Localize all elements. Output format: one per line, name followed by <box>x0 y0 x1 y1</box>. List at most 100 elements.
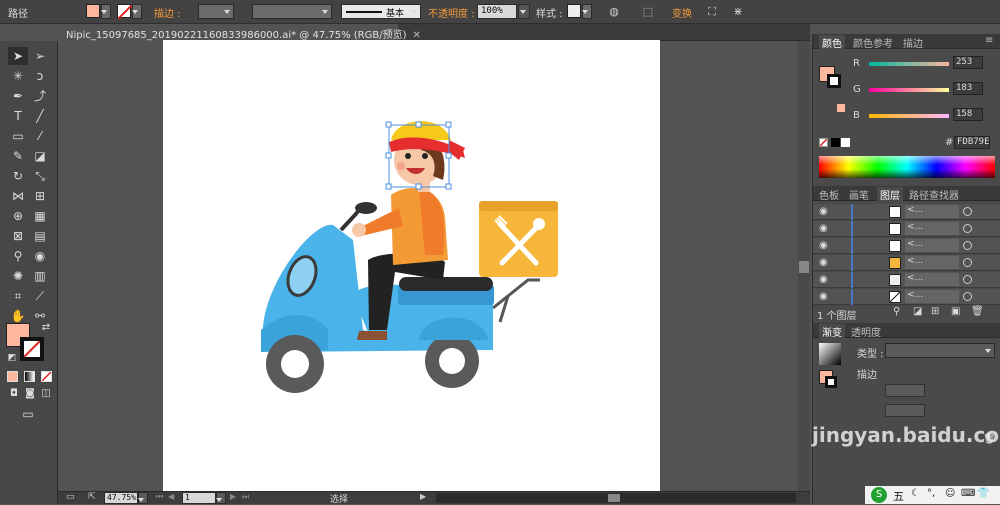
pencil-tool-icon[interactable]: ✎ <box>8 147 28 165</box>
target-icon[interactable] <box>963 258 972 267</box>
none-mode-icon[interactable] <box>41 371 52 382</box>
layer-name[interactable]: <... <box>905 256 959 269</box>
blend-tool-icon[interactable]: ◉ <box>30 247 50 265</box>
target-icon[interactable] <box>963 275 972 284</box>
default-colors-icon[interactable]: ◩ <box>2 349 22 367</box>
stroke-swatch[interactable] <box>117 4 133 20</box>
stroke-color-box[interactable] <box>20 337 44 361</box>
visibility-eye-icon[interactable]: ◉ <box>819 240 833 251</box>
hex-value[interactable]: FDB79E <box>954 136 990 149</box>
tab-color-guide[interactable]: 颜色参考 <box>853 35 893 50</box>
color-mode-icon[interactable] <box>7 371 18 382</box>
lasso-tool-icon[interactable]: ↄ <box>30 67 50 85</box>
gradient-preview[interactable] <box>819 343 841 365</box>
last-artboard-icon[interactable]: ⏭ <box>242 492 249 502</box>
ime-logo-icon[interactable]: S <box>871 487 887 503</box>
r-value[interactable]: 253 <box>953 56 983 69</box>
artboard-number-input[interactable]: 1 <box>182 492 216 504</box>
visibility-eye-icon[interactable]: ◉ <box>819 257 833 268</box>
clipping-mask-icon[interactable]: ◪ <box>913 306 922 317</box>
width-tool-icon[interactable]: ⋈ <box>8 187 28 205</box>
b-slider[interactable] <box>869 114 949 118</box>
opacity-dropdown[interactable] <box>518 4 530 19</box>
g-value[interactable]: 183 <box>953 82 983 95</box>
g-slider[interactable] <box>869 88 949 92</box>
emoji-icon[interactable]: ☺ <box>945 488 955 499</box>
eyedropper-tool-icon[interactable]: ⚲ <box>8 247 28 265</box>
tab-swatches[interactable]: 色板 <box>819 187 839 202</box>
skin-icon[interactable]: 👕 <box>977 488 989 499</box>
artboard[interactable] <box>163 40 660 491</box>
artboard-nav-icon[interactable]: ▭ <box>66 492 75 502</box>
brush-definition-dropdown[interactable]: 基本 <box>341 4 421 19</box>
mesh-tool-icon[interactable]: ⊠ <box>8 227 28 245</box>
horizontal-scrollbar[interactable] <box>436 493 796 503</box>
layer-row[interactable]: ◉ <... <box>813 238 1000 254</box>
slice-tool-icon[interactable]: ⟋ <box>30 287 50 305</box>
screen-mode-icon[interactable]: ▭ <box>18 405 38 423</box>
share-icon[interactable]: ⇱ <box>88 492 96 502</box>
gradient-type-dropdown[interactable] <box>885 343 995 358</box>
stroke-label[interactable]: 描边 : <box>154 5 181 20</box>
paintbrush-tool-icon[interactable]: ⁄ <box>30 127 50 145</box>
panel-menu-icon[interactable]: ≡ <box>985 35 993 46</box>
gradient-tool-icon[interactable]: ▤ <box>30 227 50 245</box>
stroke-dropdown[interactable] <box>132 4 142 19</box>
layer-name[interactable]: <... <box>905 290 959 303</box>
opacity-label[interactable]: 不透明度 : <box>428 5 475 20</box>
draw-inside-icon[interactable]: ◫ <box>36 385 56 403</box>
variable-width-dropdown[interactable] <box>252 4 332 19</box>
graphic-style-dropdown[interactable] <box>582 4 592 19</box>
white-color-icon[interactable] <box>841 138 850 147</box>
graphic-style-swatch[interactable] <box>567 4 581 18</box>
swap-colors-icon[interactable]: ⇄ <box>36 319 56 337</box>
curvature-tool-icon[interactable]: ⤴ <box>30 87 50 105</box>
gradient-mode-icon[interactable] <box>24 371 35 382</box>
line-tool-icon[interactable]: ╱ <box>30 107 50 125</box>
color-spectrum[interactable] <box>819 156 995 178</box>
first-artboard-icon[interactable]: ⏮ <box>156 492 163 502</box>
tab-stroke[interactable]: 描边 <box>903 35 923 50</box>
status-menu-icon[interactable]: ▶ <box>420 492 426 501</box>
tab-gradient[interactable]: 渐变 <box>819 324 845 339</box>
delete-layer-icon[interactable]: 🗑 <box>971 306 984 317</box>
visibility-eye-icon[interactable]: ◉ <box>819 223 833 234</box>
vertical-scrollbar[interactable] <box>798 41 810 492</box>
target-icon[interactable] <box>963 224 972 233</box>
fill-dropdown[interactable] <box>101 4 111 19</box>
panel-menu-icon[interactable]: ⋇ <box>730 4 746 19</box>
r-slider[interactable] <box>869 62 949 66</box>
tab-layers[interactable]: 图层 <box>877 187 903 202</box>
tab-pathfinder[interactable]: 路径查找器 <box>909 187 959 202</box>
gradient-aspect-input[interactable] <box>885 404 925 417</box>
type-tool-icon[interactable]: T <box>8 107 28 125</box>
shape-builder-tool-icon[interactable]: ⊕ <box>8 207 28 225</box>
tab-transparency[interactable]: 透明度 <box>851 324 881 339</box>
magic-wand-tool-icon[interactable]: ✳ <box>8 67 28 85</box>
rectangle-tool-icon[interactable]: ▭ <box>8 127 28 145</box>
zoom-dropdown[interactable] <box>138 492 148 504</box>
graph-tool-icon[interactable]: ▥ <box>30 267 50 285</box>
selection-tool-icon[interactable]: ➤ <box>8 47 28 65</box>
b-value[interactable]: 158 <box>953 108 983 121</box>
free-transform-tool-icon[interactable]: ⊞ <box>30 187 50 205</box>
rotate-tool-icon[interactable]: ↻ <box>8 167 28 185</box>
color-stroke-box[interactable] <box>827 74 841 88</box>
align-icon[interactable]: ⬚ <box>640 4 656 19</box>
prev-artboard-icon[interactable]: ◀ <box>168 492 174 501</box>
new-sublayer-icon[interactable]: ⊞ <box>931 306 939 317</box>
pen-tool-icon[interactable]: ✒ <box>8 87 28 105</box>
isolate-icon[interactable]: ⛶ <box>704 4 720 19</box>
none-color-icon[interactable] <box>819 138 828 147</box>
gradient-angle-input[interactable] <box>885 384 925 397</box>
ime-mode-label[interactable]: 五 <box>893 488 904 504</box>
transform-label[interactable]: 变换 <box>672 5 692 20</box>
layer-name[interactable]: <... <box>905 222 959 235</box>
eraser-tool-icon[interactable]: ◪ <box>30 147 50 165</box>
new-layer-icon[interactable]: ▣ <box>951 306 960 317</box>
tab-brushes[interactable]: 画笔 <box>849 187 869 202</box>
out-of-gamut-swatch[interactable] <box>837 104 845 112</box>
layer-name[interactable]: <... <box>905 239 959 252</box>
keyboard-icon[interactable]: ⌨ <box>961 488 975 499</box>
layer-row[interactable]: ◉ <... <box>813 221 1000 237</box>
